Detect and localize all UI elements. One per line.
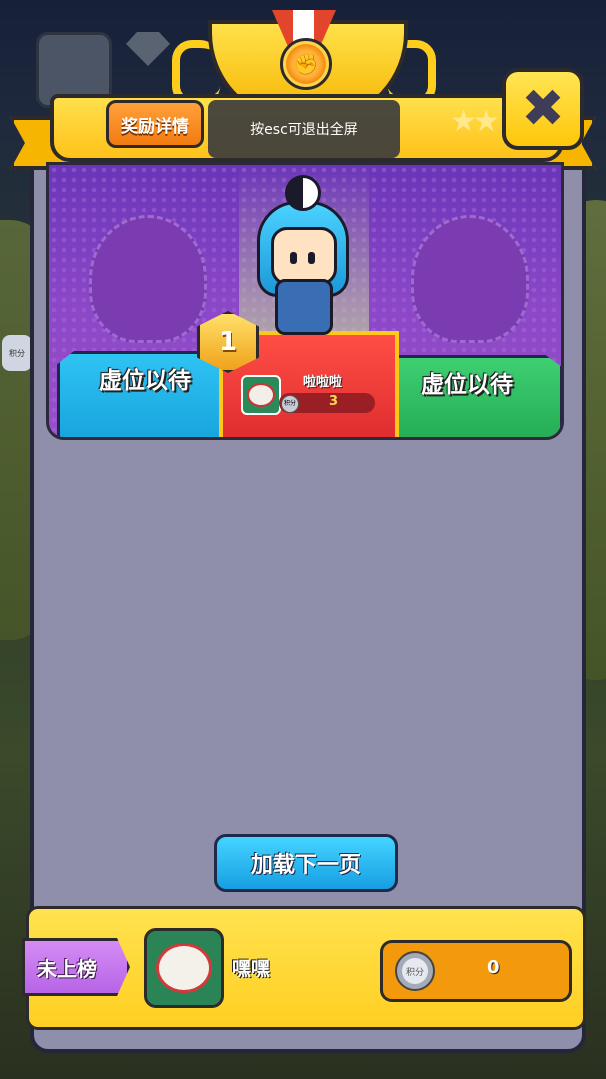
first-place-score: 3 bbox=[329, 394, 339, 409]
avatar[interactable] bbox=[144, 928, 224, 1008]
podium-stage: 虚位以待 虚位以待 1 啦啦啦 积分 3 bbox=[46, 162, 564, 440]
first-place-character[interactable] bbox=[245, 171, 357, 351]
points-coin-icon: 积分 bbox=[395, 951, 435, 991]
fullscreen-exit-toast: 按esc可退出全屏 bbox=[208, 100, 400, 158]
my-rank-tag: 未上榜 bbox=[22, 938, 130, 996]
reward-details-button[interactable]: 奖励详情 bbox=[106, 100, 204, 148]
load-next-page-button[interactable]: 加载下一页 bbox=[214, 834, 398, 892]
avatar bbox=[241, 375, 281, 415]
first-place-score-bar: 积分 3 bbox=[279, 393, 375, 413]
empty-slot-silhouette bbox=[89, 215, 207, 343]
my-name: 嘿嘿 bbox=[232, 958, 271, 980]
close-icon: ✖ bbox=[521, 79, 565, 139]
second-place-vacant-label: 虚位以待 bbox=[99, 368, 191, 394]
background-side-button: 积分 bbox=[2, 335, 32, 371]
star-icon: ★★ bbox=[450, 104, 500, 139]
gem-icon bbox=[126, 32, 170, 66]
first-place-name: 啦啦啦 bbox=[303, 375, 343, 390]
my-score-box: 积分 0 bbox=[380, 940, 572, 1002]
empty-slot-silhouette bbox=[411, 215, 529, 343]
close-button[interactable]: ✖ bbox=[502, 68, 584, 150]
first-place-info[interactable]: 啦啦啦 积分 3 bbox=[241, 371, 381, 415]
fist-medal-icon: ✊ bbox=[280, 38, 332, 90]
third-place-vacant-label: 虚位以待 bbox=[421, 372, 513, 398]
yin-yang-icon bbox=[285, 175, 321, 211]
my-score: 0 bbox=[487, 957, 500, 978]
points-coin-icon: 积分 bbox=[281, 395, 299, 413]
